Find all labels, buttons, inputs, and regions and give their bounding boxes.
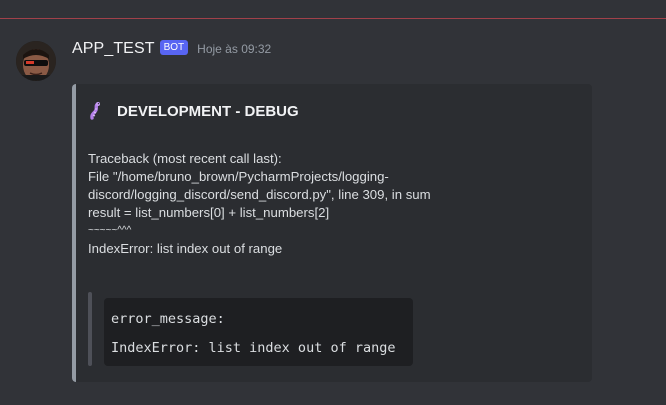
user-avatar[interactable] (16, 41, 56, 81)
traceback-line: File "/home/bruno_brown/PycharmProjects/… (88, 169, 389, 184)
new-messages-divider (0, 18, 666, 19)
worm-icon (90, 102, 100, 120)
field-name: error_message: (111, 311, 225, 327)
traceback-line: ~~~~~^^^ (88, 225, 132, 236)
traceback-line: Traceback (most recent call last): (88, 151, 282, 166)
embed-field-quote: error_message: IndexError: list index ou… (88, 292, 413, 366)
quote-bar (88, 292, 92, 366)
code-block[interactable]: error_message: IndexError: list index ou… (104, 298, 413, 366)
message-embed: DEVELOPMENT - DEBUG Traceback (most rece… (72, 84, 592, 382)
embed-title-text: DEVELOPMENT - DEBUG (117, 102, 299, 120)
field-value: IndexError: list index out of range (111, 340, 396, 356)
embed-description: Traceback (most recent call last): File … (88, 150, 568, 258)
embed-title: DEVELOPMENT - DEBUG (88, 100, 299, 122)
traceback-line: discord/logging_discord/send_discord.py"… (88, 187, 431, 202)
embed-accent-bar (72, 84, 76, 382)
username[interactable]: APP_TEST (72, 40, 155, 58)
traceback-line: result = list_numbers[0] + list_numbers[… (88, 205, 330, 220)
traceback-line: IndexError: list index out of range (88, 241, 283, 256)
bot-badge: BOT (159, 39, 189, 55)
message-timestamp: Hoje às 09:32 (197, 42, 272, 56)
message-header: APP_TEST BOT Hoje às 09:32 (72, 38, 271, 60)
